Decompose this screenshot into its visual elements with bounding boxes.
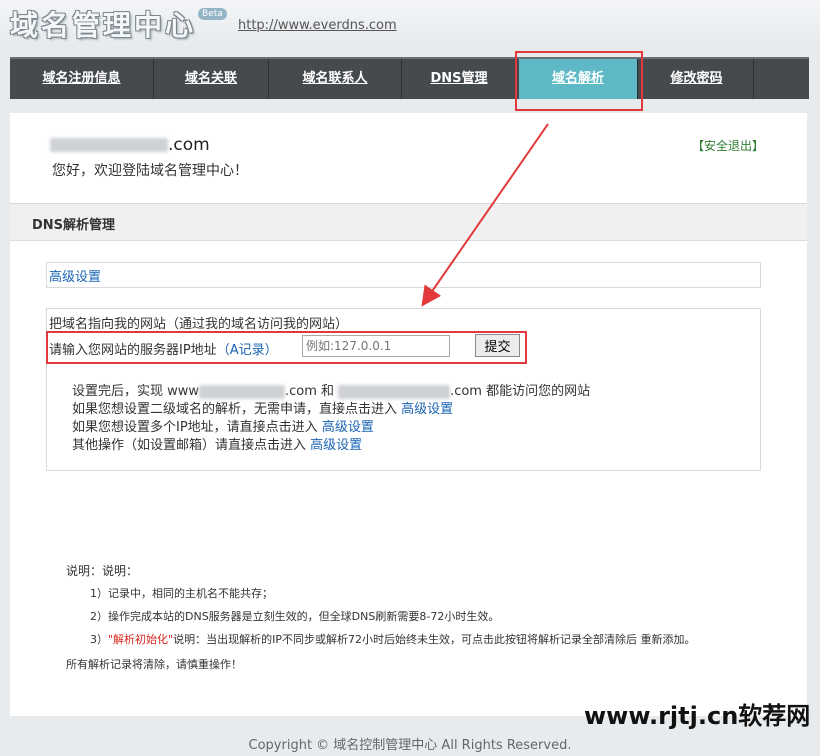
annotation-arrow <box>421 123 549 307</box>
